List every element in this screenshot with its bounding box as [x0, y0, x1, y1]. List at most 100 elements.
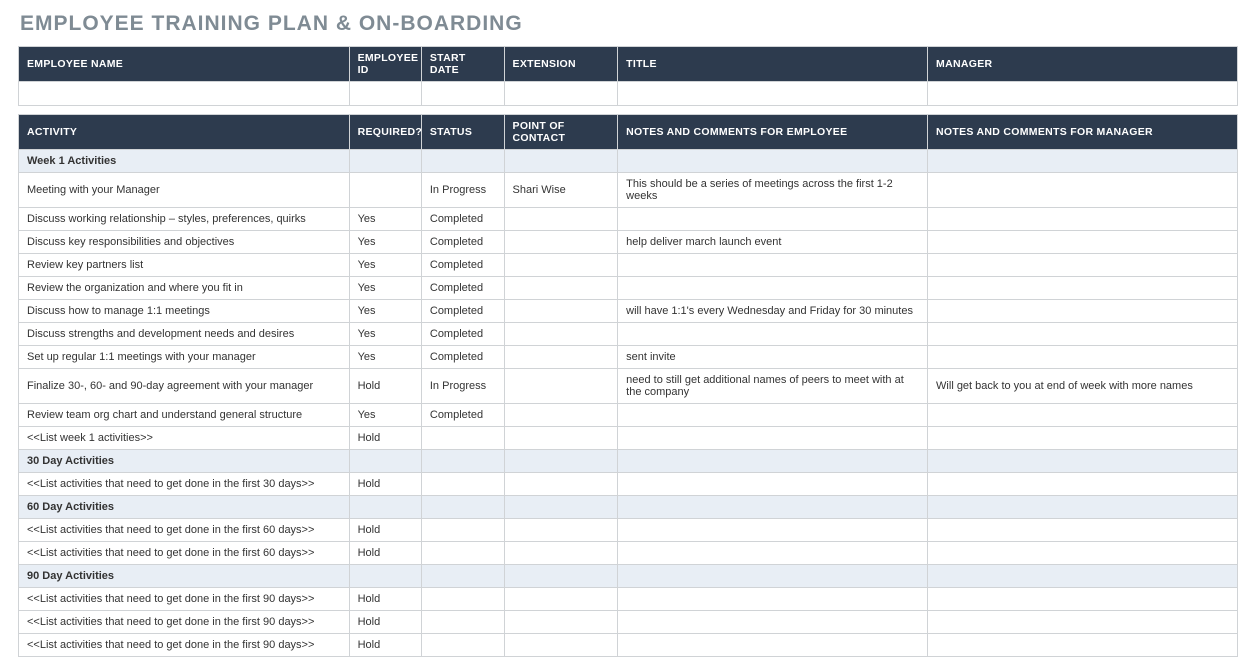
required-cell[interactable]: Hold [349, 634, 421, 657]
emp-notes-cell[interactable] [618, 519, 928, 542]
contact-cell[interactable] [504, 427, 618, 450]
required-cell[interactable]: Yes [349, 323, 421, 346]
status-cell[interactable]: In Progress [421, 369, 504, 404]
required-cell[interactable]: Hold [349, 473, 421, 496]
activity-cell[interactable]: <<List activities that need to get done … [19, 634, 350, 657]
contact-cell[interactable] [504, 300, 618, 323]
activity-cell[interactable]: Discuss strengths and development needs … [19, 323, 350, 346]
status-cell[interactable] [421, 611, 504, 634]
table-row[interactable]: <<List activities that need to get done … [19, 542, 1238, 565]
emp-notes-cell[interactable]: This should be a series of meetings acro… [618, 173, 928, 208]
emp-notes-cell[interactable] [618, 542, 928, 565]
emp-notes-cell[interactable] [618, 588, 928, 611]
activity-cell[interactable]: Set up regular 1:1 meetings with your ma… [19, 346, 350, 369]
contact-cell[interactable] [504, 542, 618, 565]
mgr-notes-cell[interactable] [928, 588, 1238, 611]
status-cell[interactable] [421, 634, 504, 657]
contact-cell[interactable] [504, 323, 618, 346]
status-cell[interactable] [421, 588, 504, 611]
table-row[interactable]: <<List week 1 activities>>Hold [19, 427, 1238, 450]
emp-notes-cell[interactable]: help deliver march launch event [618, 231, 928, 254]
table-row[interactable]: Meeting with your Manager In ProgressShar… [19, 173, 1238, 208]
table-row[interactable]: <<List activities that need to get done … [19, 611, 1238, 634]
activity-cell[interactable]: <<List activities that need to get done … [19, 473, 350, 496]
emp-notes-cell[interactable] [618, 611, 928, 634]
activity-cell[interactable]: Review key partners list [19, 254, 350, 277]
mgr-notes-cell[interactable] [928, 404, 1238, 427]
mgr-notes-cell[interactable] [928, 300, 1238, 323]
status-cell[interactable] [421, 473, 504, 496]
contact-cell[interactable] [504, 634, 618, 657]
status-cell[interactable]: Completed [421, 277, 504, 300]
mgr-notes-cell[interactable]: Will get back to you at end of week with… [928, 369, 1238, 404]
status-cell[interactable] [421, 427, 504, 450]
activity-cell[interactable]: Finalize 30-, 60- and 90-day agreement w… [19, 369, 350, 404]
table-row[interactable]: Review the organization and where you fi… [19, 277, 1238, 300]
contact-cell[interactable] [504, 519, 618, 542]
contact-cell[interactable] [504, 588, 618, 611]
table-row[interactable]: Set up regular 1:1 meetings with your ma… [19, 346, 1238, 369]
emp-notes-cell[interactable]: need to still get additional names of pe… [618, 369, 928, 404]
mgr-notes-cell[interactable] [928, 346, 1238, 369]
mgr-notes-cell[interactable] [928, 323, 1238, 346]
table-row[interactable]: <<List activities that need to get done … [19, 519, 1238, 542]
emp-notes-cell[interactable] [618, 323, 928, 346]
table-row[interactable]: <<List activities that need to get done … [19, 634, 1238, 657]
contact-cell[interactable] [504, 473, 618, 496]
mgr-notes-cell[interactable] [928, 473, 1238, 496]
required-cell[interactable]: Yes [349, 404, 421, 427]
manager-cell[interactable] [928, 82, 1238, 106]
mgr-notes-cell[interactable] [928, 208, 1238, 231]
required-cell[interactable]: Yes [349, 208, 421, 231]
table-row[interactable]: Discuss strengths and development needs … [19, 323, 1238, 346]
employee-id-cell[interactable] [349, 82, 421, 106]
required-cell[interactable] [349, 173, 421, 208]
status-cell[interactable]: Completed [421, 404, 504, 427]
activity-cell[interactable]: <<List activities that need to get done … [19, 611, 350, 634]
activity-cell[interactable]: Discuss how to manage 1:1 meetings [19, 300, 350, 323]
activity-cell[interactable]: <<List activities that need to get done … [19, 542, 350, 565]
status-cell[interactable]: Completed [421, 300, 504, 323]
emp-notes-cell[interactable] [618, 208, 928, 231]
contact-cell[interactable] [504, 369, 618, 404]
status-cell[interactable]: Completed [421, 208, 504, 231]
table-row[interactable]: Finalize 30-, 60- and 90-day agreement w… [19, 369, 1238, 404]
activity-cell[interactable]: Review team org chart and understand gen… [19, 404, 350, 427]
emp-notes-cell[interactable] [618, 473, 928, 496]
emp-notes-cell[interactable] [618, 277, 928, 300]
emp-notes-cell[interactable] [618, 634, 928, 657]
table-row[interactable]: <<List activities that need to get done … [19, 588, 1238, 611]
status-cell[interactable]: Completed [421, 254, 504, 277]
mgr-notes-cell[interactable] [928, 519, 1238, 542]
required-cell[interactable]: Hold [349, 427, 421, 450]
mgr-notes-cell[interactable] [928, 173, 1238, 208]
contact-cell[interactable] [504, 404, 618, 427]
status-cell[interactable]: In Progress [421, 173, 504, 208]
activity-cell[interactable]: Review the organization and where you fi… [19, 277, 350, 300]
mgr-notes-cell[interactable] [928, 254, 1238, 277]
contact-cell[interactable] [504, 611, 618, 634]
contact-cell[interactable]: Shari Wise [504, 173, 618, 208]
activity-cell[interactable]: <<List activities that need to get done … [19, 588, 350, 611]
employee-name-cell[interactable] [19, 82, 350, 106]
activity-cell[interactable]: Meeting with your Manager [19, 173, 350, 208]
contact-cell[interactable] [504, 254, 618, 277]
mgr-notes-cell[interactable] [928, 634, 1238, 657]
status-cell[interactable]: Completed [421, 231, 504, 254]
mgr-notes-cell[interactable] [928, 231, 1238, 254]
table-row[interactable]: Review team org chart and understand gen… [19, 404, 1238, 427]
emp-notes-cell[interactable] [618, 427, 928, 450]
status-cell[interactable]: Completed [421, 323, 504, 346]
required-cell[interactable]: Hold [349, 588, 421, 611]
required-cell[interactable]: Hold [349, 519, 421, 542]
activity-cell[interactable]: <<List activities that need to get done … [19, 519, 350, 542]
required-cell[interactable]: Hold [349, 611, 421, 634]
table-row[interactable]: Discuss key responsibilities and objecti… [19, 231, 1238, 254]
activity-cell[interactable]: Discuss key responsibilities and objecti… [19, 231, 350, 254]
start-date-cell[interactable] [421, 82, 504, 106]
emp-notes-cell[interactable] [618, 404, 928, 427]
required-cell[interactable]: Yes [349, 231, 421, 254]
required-cell[interactable]: Yes [349, 254, 421, 277]
required-cell[interactable]: Yes [349, 300, 421, 323]
mgr-notes-cell[interactable] [928, 611, 1238, 634]
